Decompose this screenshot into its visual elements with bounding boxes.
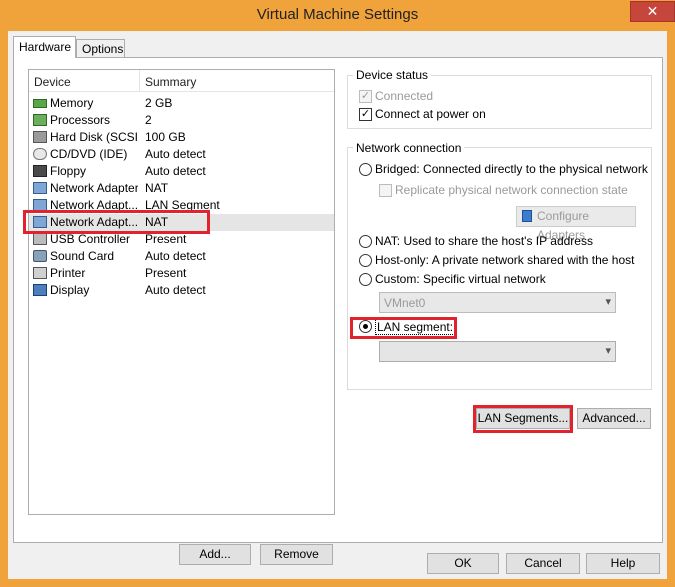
device-name: Hard Disk (SCSI): [50, 130, 138, 144]
vmnet-value: VMnet0: [384, 296, 426, 310]
hardware-tab-page: Device Summary Memory 2 GB Processors 2 …: [13, 57, 663, 565]
lan-segment-radio[interactable]: [359, 320, 372, 333]
network-connection-title: Network connection: [353, 141, 465, 155]
lan-segments-button[interactable]: LAN Segments...: [476, 408, 570, 429]
device-row-memory[interactable]: Memory 2 GB: [29, 95, 334, 112]
connected-checkbox[interactable]: ✓: [359, 90, 372, 103]
remove-button[interactable]: Remove: [260, 544, 333, 565]
device-summary: NAT: [145, 215, 169, 229]
tab-hardware[interactable]: Hardware: [13, 36, 76, 58]
network-adapter-icon: [33, 182, 47, 194]
device-name: Memory: [50, 96, 94, 110]
device-row-display[interactable]: Display Auto detect: [29, 282, 334, 299]
device-row-usb-controller[interactable]: USB Controller Present: [29, 231, 334, 248]
usb-icon: [33, 233, 47, 245]
device-row-processors[interactable]: Processors 2: [29, 112, 334, 129]
device-row-network-adapter-2[interactable]: Network Adapt... LAN Segment: [29, 197, 334, 214]
floppy-icon: [33, 165, 47, 177]
device-summary: Auto detect: [145, 164, 206, 178]
bridged-label: Bridged: Connected directly to the physi…: [375, 162, 648, 176]
device-name: Network Adapt...: [50, 215, 138, 229]
device-summary: 100 GB: [145, 130, 186, 144]
device-name: Printer: [50, 266, 86, 280]
list-header: Device Summary: [29, 70, 334, 92]
connect-at-power-on-checkbox[interactable]: ✓: [359, 108, 372, 121]
sound-card-icon: [33, 250, 47, 262]
shield-icon: [522, 210, 532, 222]
cpu-icon: [33, 114, 47, 126]
device-name: CD/DVD (IDE): [50, 147, 128, 161]
ok-button[interactable]: OK: [427, 553, 499, 574]
device-summary: 2 GB: [145, 96, 173, 110]
device-row-cd-dvd[interactable]: CD/DVD (IDE) Auto detect: [29, 146, 334, 163]
cd-dvd-icon: [33, 148, 47, 160]
device-summary: LAN Segment: [145, 198, 220, 212]
host-only-radio[interactable]: [359, 254, 372, 267]
nat-label: NAT: Used to share the host's IP address: [375, 234, 593, 248]
device-row-floppy[interactable]: Floppy Auto detect: [29, 163, 334, 180]
dialog-window: Virtual Machine Settings ✕ Hardware Opti…: [0, 0, 675, 587]
host-only-label: Host-only: A private network shared with…: [375, 253, 635, 267]
connected-label: Connected: [375, 89, 434, 103]
column-header-summary[interactable]: Summary: [145, 75, 196, 89]
device-row-hard-disk[interactable]: Hard Disk (SCSI) 100 GB: [29, 129, 334, 146]
network-adapter-icon: [33, 199, 47, 211]
device-summary: NAT: [145, 181, 169, 195]
device-summary: 2: [145, 113, 152, 127]
device-summary: Present: [145, 232, 187, 246]
device-name: Network Adapt...: [50, 198, 138, 212]
dialog-client: Hardware Options Device Summary Memory 2…: [8, 31, 667, 579]
device-name: Floppy: [50, 164, 87, 178]
device-row-printer[interactable]: Printer Present: [29, 265, 334, 282]
custom-radio[interactable]: [359, 273, 372, 286]
advanced-button[interactable]: Advanced...: [577, 408, 651, 429]
custom-label: Custom: Specific virtual network: [375, 272, 546, 286]
window-title: Virtual Machine Settings: [256, 6, 419, 23]
bridged-radio[interactable]: [359, 163, 372, 176]
close-icon: ✕: [646, 3, 659, 19]
device-row-network-adapter-3[interactable]: Network Adapt... NAT: [29, 214, 334, 231]
network-adapter-icon: [33, 216, 47, 228]
device-name: Processors: [50, 113, 111, 127]
column-separator[interactable]: [139, 70, 140, 92]
memory-icon: [33, 99, 47, 108]
vmnet-select[interactable]: VMnet0 ▾: [379, 292, 616, 313]
chevron-down-icon: ▾: [605, 345, 611, 357]
radio-selected-dot: [363, 324, 368, 329]
replicate-checkbox[interactable]: [379, 184, 392, 197]
lan-segment-select[interactable]: ▾: [379, 341, 616, 362]
device-row-network-adapter-1[interactable]: Network Adapter NAT: [29, 180, 334, 197]
device-status-title: Device status: [353, 68, 432, 82]
nat-radio[interactable]: [359, 235, 372, 248]
lan-segment-label: LAN segment:: [375, 319, 456, 335]
help-button[interactable]: Help: [586, 553, 660, 574]
replicate-label: Replicate physical network connection st…: [395, 183, 628, 197]
device-summary: Auto detect: [145, 147, 206, 161]
connect-at-power-on-label: Connect at power on: [375, 107, 486, 121]
device-summary: Present: [145, 266, 187, 280]
add-button[interactable]: Add...: [179, 544, 251, 565]
device-name: Sound Card: [50, 249, 115, 263]
display-icon: [33, 284, 47, 296]
printer-icon: [33, 267, 47, 279]
title-bar[interactable]: Virtual Machine Settings ✕: [0, 0, 675, 32]
chevron-down-icon: ▾: [605, 296, 611, 308]
cancel-button[interactable]: Cancel: [506, 553, 580, 574]
device-name: Network Adapter: [50, 181, 138, 195]
device-name: Display: [50, 283, 90, 297]
tab-options[interactable]: Options: [76, 39, 125, 58]
device-summary: Auto detect: [145, 283, 206, 297]
close-button[interactable]: ✕: [630, 1, 675, 22]
configure-adapters-button[interactable]: Configure Adapters: [516, 206, 636, 242]
device-row-sound-card[interactable]: Sound Card Auto detect: [29, 248, 334, 265]
device-list[interactable]: Device Summary Memory 2 GB Processors 2 …: [28, 69, 335, 515]
device-summary: Auto detect: [145, 249, 206, 263]
column-header-device[interactable]: Device: [34, 75, 71, 89]
device-name: USB Controller: [50, 232, 131, 246]
hard-disk-icon: [33, 131, 47, 143]
